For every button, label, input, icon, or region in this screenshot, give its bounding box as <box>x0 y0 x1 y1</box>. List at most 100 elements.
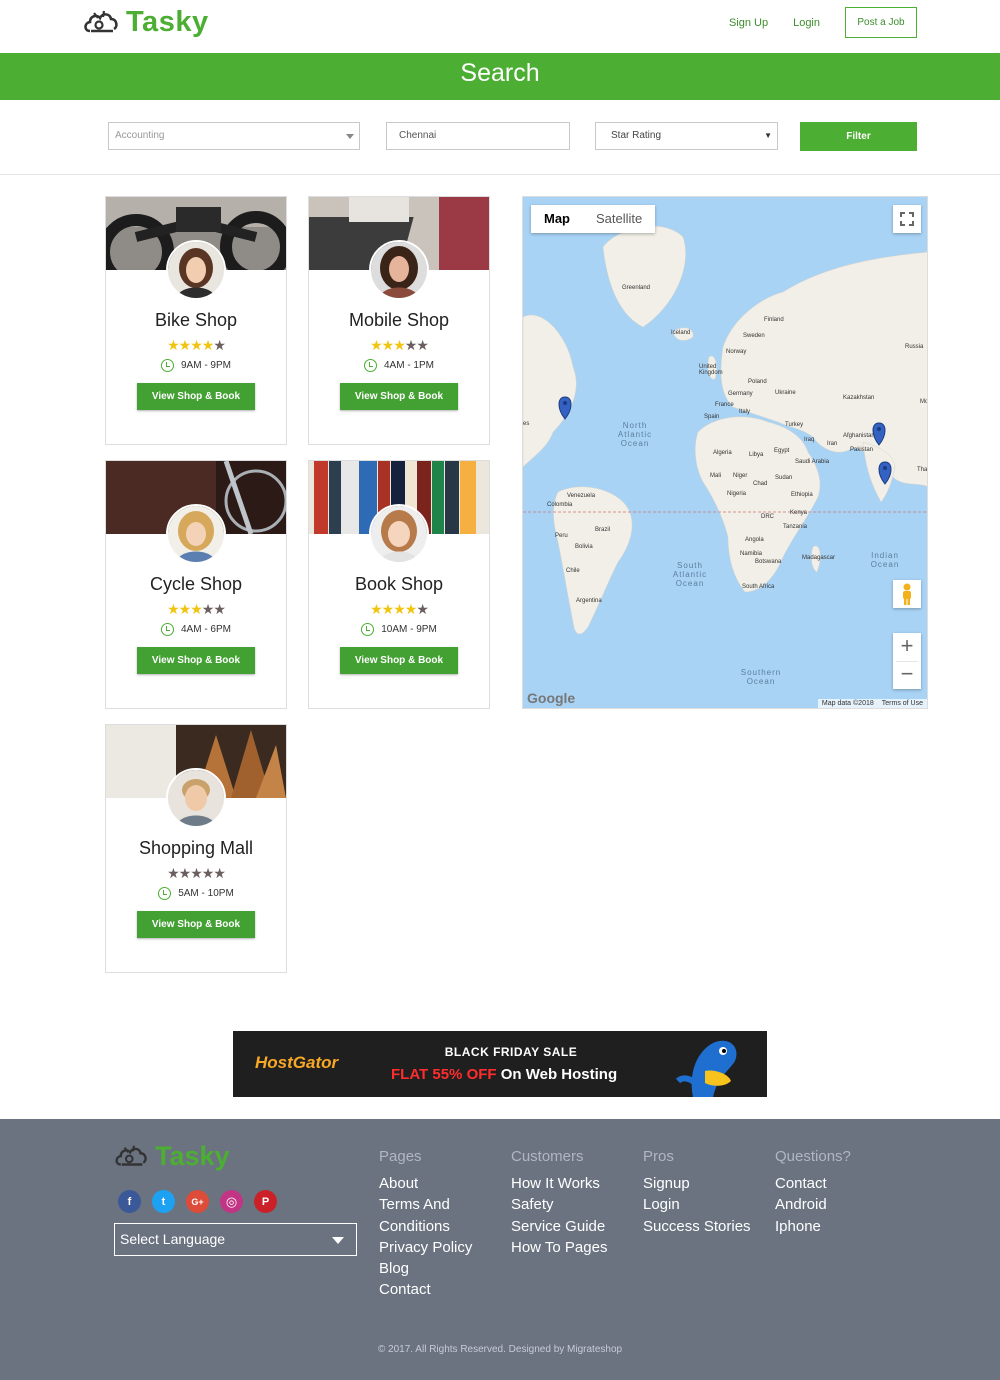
tab-satellite[interactable]: Satellite <box>583 205 655 233</box>
map-label: Bolivia <box>575 544 593 550</box>
signup-link[interactable]: Sign Up <box>729 17 768 29</box>
alarm-clock-icon <box>363 359 377 372</box>
map-label: United Kingdom <box>699 364 723 376</box>
twitter-icon[interactable]: t <box>152 1190 175 1213</box>
footer-link[interactable]: About <box>379 1173 472 1194</box>
footer-link[interactable]: Blog <box>379 1258 472 1279</box>
facebook-icon[interactable]: f <box>118 1190 141 1213</box>
ad-offer: On Web Hosting <box>500 1066 618 1083</box>
view-shop-book-button[interactable]: View Shop & Book <box>137 383 255 410</box>
view-shop-book-button[interactable]: View Shop & Book <box>340 647 458 674</box>
terms-link[interactable]: Terms of Use <box>882 700 923 707</box>
map-label: Afghanistan <box>843 433 875 439</box>
shop-hours: 4AM - 6PM <box>106 623 286 636</box>
footer-link[interactable]: Privacy Policy <box>379 1237 472 1258</box>
cloud-rabbit-logo-icon <box>84 10 118 32</box>
category-value: Accounting <box>115 130 165 141</box>
footer-link[interactable]: Success Stories <box>643 1216 751 1237</box>
instagram-icon[interactable]: ◎ <box>220 1190 243 1213</box>
ocean-label: South Atlantic Ocean <box>672 561 708 588</box>
map-label: Tanzania <box>783 524 808 530</box>
language-value: Select Language <box>120 1231 226 1247</box>
site-logo[interactable]: Tasky <box>82 6 209 39</box>
map-label: Algeria <box>713 450 732 456</box>
search-banner: Search <box>0 53 1000 100</box>
rating-select[interactable]: Star Rating ▼ <box>595 122 778 150</box>
ad-discount: FLAT 55% OFF <box>391 1066 497 1083</box>
cloud-rabbit-logo-icon <box>115 1145 147 1166</box>
map-label: Angola <box>745 537 764 543</box>
map-label: Sweden <box>743 333 765 339</box>
zoom-in-button[interactable]: + <box>901 633 914 661</box>
zoom-out-button[interactable]: − <box>896 661 918 689</box>
map-label: France <box>715 402 734 408</box>
footer-link[interactable]: Terms And <box>379 1194 472 1215</box>
hours-text: 4AM - 6PM <box>180 624 231 635</box>
star-rating: ★★★★★ <box>167 601 226 617</box>
tab-map[interactable]: Map <box>531 205 583 233</box>
hostgator-ad-banner[interactable]: HostGator BLACK FRIDAY SALE FLAT 55% OFF… <box>233 1031 767 1097</box>
chevron-down-icon: ▼ <box>764 131 772 140</box>
map-label: Kazakhstan <box>843 395 875 401</box>
language-select[interactable]: Select Language <box>114 1223 357 1256</box>
footer-link[interactable]: Contact <box>379 1279 472 1300</box>
footer-link[interactable]: Signup <box>643 1173 751 1194</box>
alarm-clock-icon <box>361 623 375 636</box>
street-view-pegman[interactable] <box>893 580 921 608</box>
map-label: Namibia <box>740 551 763 557</box>
map-label: South Africa <box>742 584 775 590</box>
footer-column-heading: Pages <box>379 1148 422 1165</box>
map-label: Iceland <box>671 330 691 336</box>
ocean-label: North Atlantic Ocean <box>617 421 653 448</box>
map-label: Chile <box>566 568 580 574</box>
shop-name: Mobile Shop <box>348 310 450 330</box>
view-shop-book-button[interactable]: View Shop & Book <box>137 647 255 674</box>
footer-link[interactable]: Service Guide <box>511 1216 607 1237</box>
footer-link[interactable]: How To Pages <box>511 1237 607 1258</box>
map-label: Libya <box>749 452 764 458</box>
category-select[interactable]: Accounting <box>108 122 360 150</box>
view-shop-book-button[interactable]: View Shop & Book <box>137 911 255 938</box>
map-label: Poland <box>748 379 767 385</box>
fullscreen-button[interactable] <box>893 205 921 233</box>
pegman-icon <box>903 583 911 605</box>
footer-logo-text: Tasky <box>155 1141 230 1171</box>
ad-subline: FLAT 55% OFF On Web Hosting <box>391 1066 617 1083</box>
map-label: Saudi Arabia <box>795 459 830 465</box>
post-job-button[interactable]: Post a Job <box>845 7 917 38</box>
star-rating: ★★★★★ <box>370 601 429 617</box>
copyright-text: © 2017. All Rights Reserved. Designed by… <box>377 1344 623 1355</box>
star-rating: ★★★★★ <box>167 337 226 353</box>
footer-link[interactable]: Safety <box>511 1194 607 1215</box>
hours-text: 5AM - 10PM <box>178 888 234 899</box>
gator-mascot-icon <box>675 1040 737 1097</box>
login-link[interactable]: Login <box>793 17 820 29</box>
map-label: Egypt <box>774 448 790 454</box>
footer-link[interactable]: Android <box>775 1194 851 1215</box>
footer-column-heading: Pros <box>643 1148 674 1165</box>
pinterest-icon[interactable]: P <box>254 1190 277 1213</box>
zoom-controls: + − <box>893 633 921 689</box>
footer-link[interactable]: How It Works <box>511 1173 607 1194</box>
view-shop-book-button[interactable]: View Shop & Book <box>340 383 458 410</box>
location-input[interactable]: Chennai <box>386 122 570 150</box>
google-plus-icon[interactable]: G+ <box>186 1190 209 1213</box>
map-label: Peru <box>555 533 568 539</box>
footer-link[interactable]: Contact <box>775 1173 851 1194</box>
footer-logo[interactable]: Tasky <box>113 1141 230 1172</box>
shop-hours: 10AM - 9PM <box>309 623 489 636</box>
map-label: Ethiopia <box>791 492 813 498</box>
shop-avatar <box>369 504 429 564</box>
map-label: Germany <box>728 391 753 397</box>
map-label: Argentina <box>576 598 602 604</box>
filter-button[interactable]: Filter <box>800 122 917 151</box>
map-label: es <box>523 421 530 427</box>
shop-map[interactable]: Greenland Iceland Finland Sweden Norway … <box>522 196 928 709</box>
google-logo: Google <box>527 690 576 706</box>
site-footer: Tasky f t G+ ◎ P Select Language Pages A… <box>0 1119 1000 1380</box>
footer-link[interactable]: Login <box>643 1194 751 1215</box>
footer-link[interactable]: Conditions <box>379 1216 472 1237</box>
footer-link[interactable]: Iphone <box>775 1216 851 1237</box>
map-label: Venezuela <box>567 493 596 499</box>
footer-column-pages: Pages About Terms And Conditions Privacy… <box>379 1148 472 1301</box>
